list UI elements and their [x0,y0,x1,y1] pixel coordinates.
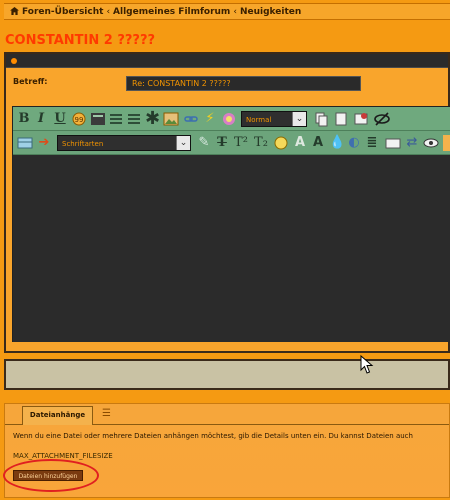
italic-button[interactable]: I [35,111,47,127]
font-family-select[interactable]: Schriftarten ⌄ [57,135,191,151]
underline-button[interactable]: U [53,111,67,127]
spoiler-icon[interactable] [353,111,369,127]
color-icon[interactable] [221,111,237,127]
breadcrumb-item-news[interactable]: Neuigkeiten [240,7,301,17]
contrast-icon[interactable]: ◐ [347,135,361,151]
smiley-icon[interactable] [273,135,289,151]
add-files-button[interactable]: Dateien hinzufügen [13,470,83,481]
panel-dot-icon [11,58,17,64]
mouse-cursor-icon [360,355,374,374]
subscript-button[interactable]: T₂ [253,135,269,151]
font-outline-button[interactable]: A [293,135,307,151]
tab-attachments[interactable]: Dateianhänge [22,406,93,425]
breadcrumb-item-forum[interactable]: Allgemeines Filmforum [113,7,230,17]
svg-text:99: 99 [75,116,84,124]
chevron-down-icon: ⌄ [176,136,190,150]
menu-icon[interactable]: ☰ [102,408,111,419]
font-family-value: Schriftarten [62,140,104,148]
flash-icon[interactable]: ⚡ [203,111,217,127]
superscript-button[interactable]: T² [233,135,249,151]
strikethrough-button[interactable]: T [215,135,229,151]
copy-icon[interactable] [313,111,329,127]
breadcrumb-separator: ‹ [106,7,111,17]
editor-toolbar-row-2: ➔ Schriftarten ⌄ ✎ T T² T₂ A A 💧 ◐ ≣ ⇄ [13,131,450,155]
bold-button[interactable]: B [17,111,31,127]
paste-icon[interactable] [333,111,349,127]
post-editor: B I U 99 ✱ ⚡ Normal ⌄ ➔ Schriftarten ⌄ ✎ T… [12,106,450,342]
breadcrumb-separator: ‹ [233,7,237,17]
brush-icon[interactable]: ✎ [197,135,211,151]
code-icon[interactable] [90,111,106,127]
hide-icon[interactable] [373,111,391,127]
home-icon [10,7,19,15]
eye-icon[interactable] [423,135,439,151]
attachments-description: Wenn du eine Datei oder mehrere Dateien … [13,432,413,440]
options-panel [4,359,450,390]
list-numbered-icon[interactable] [127,111,141,127]
align-center-icon[interactable]: ≣ [365,135,379,151]
font-size-select[interactable]: Normal ⌄ [241,111,307,127]
table-icon[interactable] [17,135,33,151]
subject-label: Betreff: [13,77,48,86]
post-form-panel: Betreff: Re: CONSTANTIN 2 ????? B I U 99… [4,52,450,353]
page-title: CONSTANTIN 2 ????? [5,33,156,48]
subject-input[interactable]: Re: CONSTANTIN 2 ????? [126,76,361,91]
email-icon[interactable] [385,135,401,151]
image-icon[interactable] [163,111,179,127]
drop-icon[interactable]: 💧 [329,135,345,151]
panel-header-bar [6,54,448,68]
more-icon[interactable] [443,135,450,151]
swap-icon[interactable]: ⇄ [405,135,419,151]
editor-toolbar-row-1: B I U 99 ✱ ⚡ Normal ⌄ [13,107,450,131]
quote-icon[interactable]: 99 [71,111,87,127]
link-icon[interactable] [183,111,199,127]
attachments-tabs: Dateianhänge ☰ [5,404,449,425]
font-shadow-button[interactable]: A [311,135,325,151]
message-textarea[interactable] [13,155,450,342]
font-size-value: Normal [246,116,272,124]
breadcrumb-item-index[interactable]: Foren-Übersicht [22,7,103,17]
chevron-down-icon: ⌄ [292,112,306,126]
attachments-panel: Dateianhänge ☰ Wenn du eine Datei oder m… [3,403,450,498]
asterisk-icon[interactable]: ✱ [145,110,160,128]
arrow-right-icon[interactable]: ➔ [37,135,51,151]
list-bullet-icon[interactable] [109,111,123,127]
breadcrumb: Foren-Übersicht ‹ Allgemeines Filmforum ‹ Ne… [4,3,450,20]
